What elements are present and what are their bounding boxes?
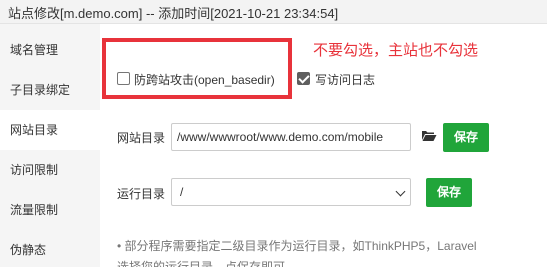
folder-open-icon[interactable] [421, 129, 437, 145]
site-dir-input[interactable] [171, 123, 411, 151]
window-title: 站点修改[m.demo.com] -- 添加时间[2021-10-21 23:3… [8, 6, 339, 21]
run-dir-save-button[interactable]: 保存 [426, 178, 472, 207]
open-basedir-checkbox[interactable] [117, 72, 130, 85]
sidebar-item-site-directory[interactable]: 网站目录 [0, 110, 100, 150]
sidebar-item-access-restriction[interactable]: 访问限制 [0, 150, 100, 190]
run-dir-label: 运行目录 [117, 187, 166, 201]
sidebar-item-traffic-limit[interactable]: 流量限制 [0, 190, 100, 230]
site-dir-save-button[interactable]: 保存 [443, 123, 489, 152]
sidebar: 域名管理 子目录绑定 网站目录 访问限制 流量限制 伪静态 [0, 24, 100, 267]
open-basedir-label: 防跨站攻击(open_basedir) [134, 73, 275, 87]
site-dir-label: 网站目录 [117, 131, 166, 145]
highlight-box [102, 38, 292, 99]
sidebar-item-domain-management[interactable]: 域名管理 [0, 30, 100, 70]
help-note-line-2: 选择您的运行目录，点保存即可 [117, 260, 286, 267]
access-log-checkbox[interactable] [297, 72, 310, 85]
window-titlebar: 站点修改[m.demo.com] -- 添加时间[2021-10-21 23:3… [0, 0, 547, 24]
help-note-line-1: • 部分程序需要指定二级目录作为运行目录，如ThinkPHP5，Laravel [117, 239, 477, 253]
chevron-down-icon [395, 186, 406, 197]
run-dir-selected-value: / [180, 185, 184, 199]
run-dir-select[interactable]: / [171, 178, 411, 206]
access-log-label: 写访问日志 [315, 73, 376, 87]
sidebar-item-rewrite[interactable]: 伪静态 [0, 230, 100, 267]
sidebar-item-subdirectory-binding[interactable]: 子目录绑定 [0, 70, 100, 110]
annotation-text: 不要勾选，主站也不勾选 [313, 42, 479, 59]
